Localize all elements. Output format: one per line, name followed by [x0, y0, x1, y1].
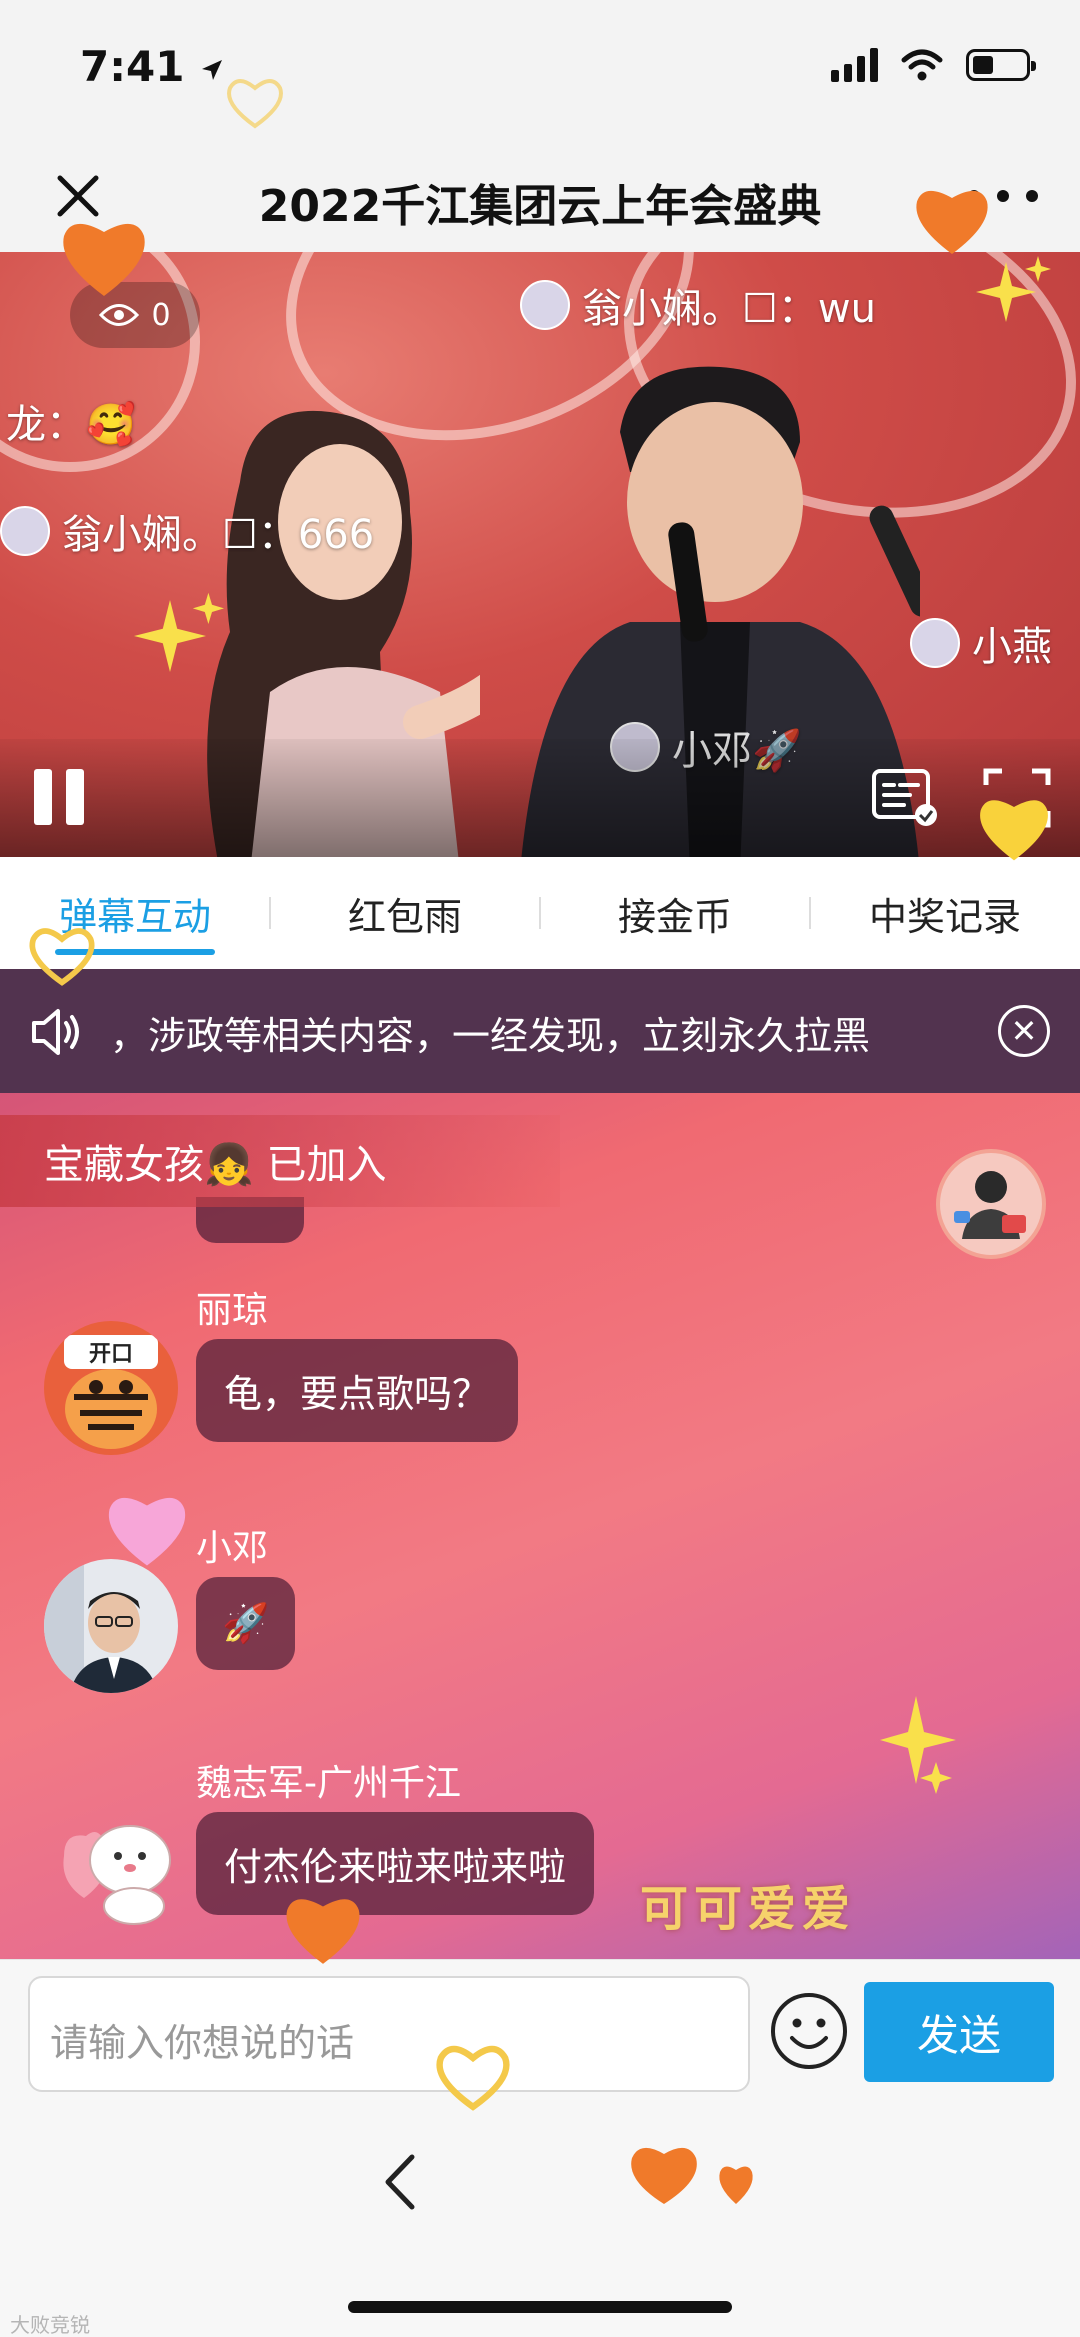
video-controls: [0, 739, 1080, 857]
close-notice-icon[interactable]: ✕: [998, 1005, 1050, 1057]
speaker-icon: [32, 1009, 79, 1055]
danmu-message: 翁小娴。☐：666: [0, 502, 374, 560]
input-bar: 请输入你想说的话 发送: [0, 1959, 1080, 2105]
watermark: 大败竞锐: [10, 2313, 90, 2337]
page-title: 2022千江集团云上年会盛典: [258, 181, 822, 232]
customer-service-icon: [954, 1171, 1026, 1239]
back-chevron-icon[interactable]: [380, 2151, 420, 2213]
avatar: [520, 280, 570, 330]
interaction-tabs: 弹幕互动 红包雨 接金币 中奖记录: [0, 857, 1080, 969]
danmu-message: 翁小娴。☐：wu: [520, 276, 876, 334]
danmu-message: 龙：🥰: [6, 402, 136, 448]
eye-icon: [99, 304, 140, 326]
tab-divider: [539, 897, 541, 929]
chat-area[interactable]: ，涉政等相关内容，一经发现，立刻永久拉黑 ✕ 宝藏女孩👧 已加入 开口 丽琼 龟…: [0, 969, 1080, 1959]
join-banner: 宝藏女孩👧 已加入: [0, 1115, 560, 1207]
notice-bar: ，涉政等相关内容，一经发现，立刻永久拉黑 ✕: [0, 969, 1080, 1093]
bottom-navigation: 大败竞锐: [0, 2105, 1080, 2337]
live-video-player[interactable]: 0 翁小娴。☐：wu 龙：🥰 翁小娴。☐：666 小燕 小邓🚀: [0, 252, 1080, 857]
message-bubble: 龟，要点歌吗？: [196, 1339, 519, 1442]
cellular-signal-icon: [831, 48, 878, 82]
sender-name: 小邓: [196, 1528, 269, 1569]
avatar: [910, 618, 960, 668]
fullscreen-icon[interactable]: [982, 767, 1052, 829]
pause-button[interactable]: [34, 769, 86, 825]
avatar[interactable]: [44, 1559, 178, 1693]
tab-prize-records[interactable]: 中奖记录: [810, 857, 1080, 969]
notice-text: ，涉政等相关内容，一经发现，立刻永久拉黑: [110, 1014, 871, 1058]
wifi-icon: [901, 49, 943, 81]
emoji-icon[interactable]: [768, 1990, 850, 2072]
tab-divider: [809, 897, 811, 929]
send-button[interactable]: 发送: [864, 1982, 1054, 2082]
nav-header: 2022千江集团云上年会盛典: [0, 140, 1080, 252]
message-bubble: 🚀: [196, 1577, 296, 1670]
status-icons: [831, 48, 1036, 82]
decoration-sticker-text: 可可爱爱: [640, 1881, 857, 1937]
avatar[interactable]: [44, 1794, 178, 1928]
viewer-count-badge: 0: [70, 282, 200, 348]
danmu-toggle-icon[interactable]: [870, 767, 942, 829]
avatar[interactable]: 开口: [44, 1321, 178, 1455]
sender-name: 魏志军-广州千江: [196, 1763, 461, 1804]
home-indicator[interactable]: [348, 2301, 732, 2313]
more-options-icon[interactable]: [968, 166, 1038, 226]
battery-icon: [966, 49, 1036, 81]
tab-catch-coins[interactable]: 接金币: [540, 857, 810, 969]
sender-name: 丽琼: [196, 1290, 269, 1331]
avatar: [0, 506, 50, 556]
tab-danmu[interactable]: 弹幕互动: [0, 857, 270, 969]
status-time: 7:41: [80, 42, 225, 91]
customer-service-avatar[interactable]: [936, 1149, 1046, 1259]
message-input[interactable]: 请输入你想说的话: [28, 1976, 750, 2092]
danmu-message: 小燕: [910, 614, 1052, 672]
tab-divider: [269, 897, 271, 929]
location-arrow-icon: [202, 59, 223, 80]
tab-red-packet-rain[interactable]: 红包雨: [270, 857, 540, 969]
status-bar: 7:41: [0, 0, 1080, 140]
message-bubble: 付杰伦来啦来啦来啦: [196, 1812, 595, 1915]
viewer-count: 0: [151, 297, 171, 333]
svg-text:开口: 开口: [89, 1342, 133, 1367]
